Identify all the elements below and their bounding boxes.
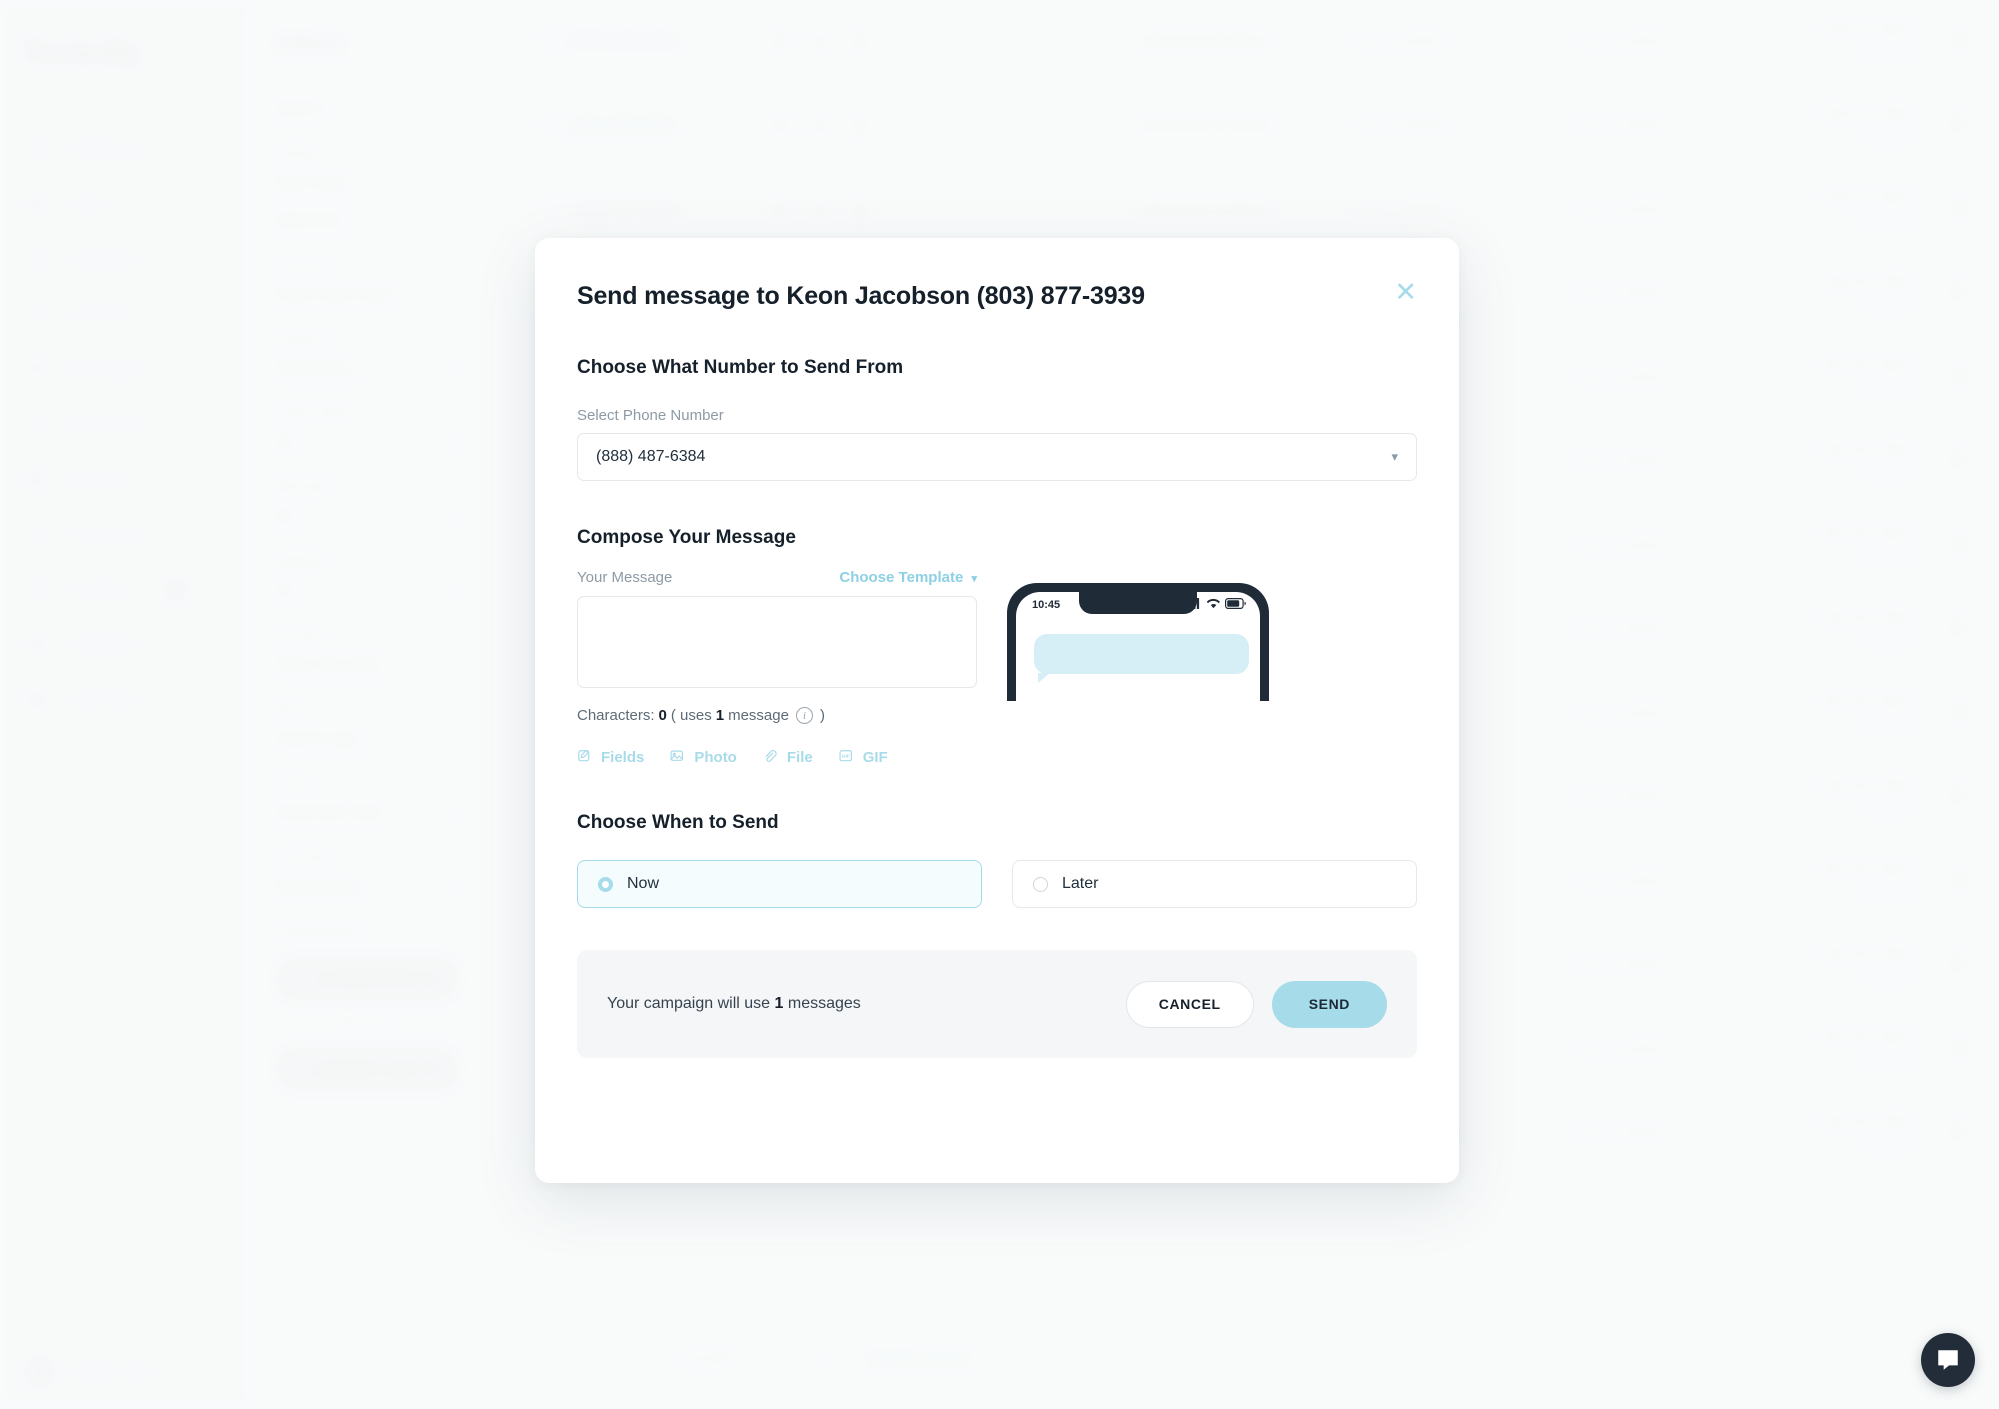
attach-fields-button[interactable]: Fields — [577, 749, 644, 766]
attach-gif-button[interactable]: GIF GIF — [839, 749, 888, 766]
radio-icon — [1033, 876, 1048, 892]
char-end: ) — [819, 707, 825, 724]
paperclip-icon — [765, 750, 777, 762]
radio-icon — [598, 876, 613, 892]
photo-icon — [670, 750, 684, 761]
phone-screen: 10:45 — [1016, 592, 1260, 701]
char-suffix: message — [728, 707, 789, 724]
footer-buttons: CANCEL SEND — [1125, 980, 1387, 1028]
wifi-icon — [1207, 598, 1221, 609]
send-button[interactable]: SEND — [1271, 980, 1387, 1028]
your-message-label: Your Message — [577, 569, 673, 586]
note-prefix: Your campaign will use — [607, 995, 771, 1012]
cancel-button[interactable]: CANCEL — [1125, 980, 1254, 1028]
message-label-row: Your Message Choose Template ▾ — [577, 569, 977, 586]
note-suffix: messages — [787, 995, 861, 1012]
phone-notch — [1079, 592, 1197, 614]
char-prefix: Characters: — [577, 707, 655, 724]
section-when-to-send: Choose When to Send — [577, 812, 779, 833]
message-textarea[interactable] — [577, 596, 977, 688]
when-option-now[interactable]: Now — [577, 860, 982, 908]
preview-message-bubble — [1034, 634, 1249, 683]
compose-left: Your Message Choose Template ▾ Character… — [577, 569, 977, 766]
section-compose: Compose Your Message — [577, 527, 796, 548]
modal-footer: Your campaign will use 1 messages CANCEL… — [577, 950, 1417, 1058]
chevron-down-icon: ▾ — [971, 573, 977, 585]
chevron-down-icon: ▾ — [1391, 449, 1398, 464]
choose-template-label: Choose Template — [839, 569, 964, 586]
battery-icon — [1225, 598, 1246, 609]
attachment-toolbar: Fields Photo File GIF GIF — [577, 749, 977, 766]
when-option-later[interactable]: Later — [1012, 860, 1417, 908]
attach-label: GIF — [862, 749, 888, 766]
select-phone-label: Select Phone Number — [577, 407, 724, 424]
campaign-note: Your campaign will use 1 messages — [607, 995, 861, 1013]
attach-label: Photo — [694, 749, 737, 766]
char-mid: ( uses — [670, 707, 712, 724]
compose-row: Your Message Choose Template ▾ Character… — [577, 569, 1417, 766]
msg-count: 1 — [715, 707, 725, 724]
send-message-modal: Send message to Keon Jacobson (803) 877-… — [535, 238, 1459, 1183]
signal-icon — [1186, 598, 1200, 609]
phone-number-value: (888) 487-6384 — [596, 448, 706, 465]
when-options: Now Later — [577, 860, 1417, 908]
app-root: Textedly ‹ Dashboard Inbox Channels Contact… — [0, 0, 1999, 1409]
section-choose-number: Choose What Number to Send From — [577, 357, 904, 378]
modal-header: Send message to Keon Jacobson (803) 877-… — [577, 279, 1417, 311]
gif-icon: GIF — [839, 750, 852, 762]
svg-text:GIF: GIF — [841, 754, 849, 760]
phone-status-icons — [1186, 598, 1247, 609]
when-option-label: Later — [1062, 875, 1099, 892]
attach-photo-button[interactable]: Photo — [670, 749, 737, 766]
modal-title: Send message to Keon Jacobson (803) 877-… — [577, 282, 1145, 310]
choose-template-link[interactable]: Choose Template ▾ — [839, 569, 977, 586]
when-option-label: Now — [627, 875, 660, 892]
phone-time: 10:45 — [1032, 599, 1061, 611]
fields-pencil-icon — [578, 749, 590, 762]
note-count: 1 — [774, 995, 784, 1012]
attach-label: Fields — [601, 749, 645, 766]
attach-file-button[interactable]: File — [763, 749, 813, 766]
info-icon[interactable]: i — [795, 707, 813, 724]
phone-preview: 10:45 — [1007, 583, 1269, 701]
intercom-chat-icon[interactable] — [1921, 1333, 1975, 1387]
phone-number-select[interactable]: (888) 487-6384 ▾ — [577, 433, 1417, 481]
char-count: 0 — [658, 707, 667, 724]
attach-label: File — [786, 749, 813, 766]
character-counter: Characters: 0 ( uses 1 message i ) — [577, 707, 977, 724]
close-icon[interactable]: ✕ — [1394, 279, 1417, 306]
